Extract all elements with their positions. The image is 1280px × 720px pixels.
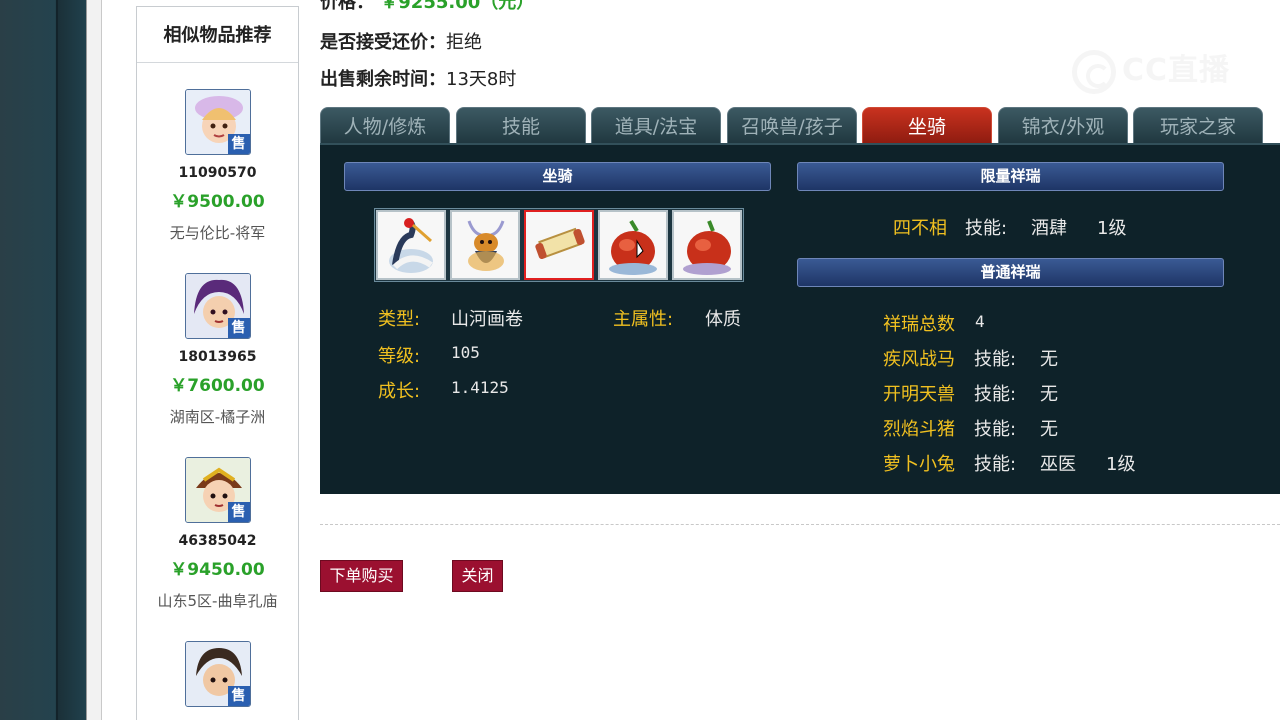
item-price: ￥9500.00 (170, 192, 265, 212)
normal-mount-name: 疾风战马 (883, 349, 955, 370)
similar-item-1[interactable]: 售 11090570 ￥9500.00 无与伦比-将军 (137, 89, 298, 243)
character-avatar-icon[interactable]: 售 (184, 273, 251, 339)
normal-mount-name: 烈焰斗猪 (883, 419, 955, 440)
normal-mount-name: 萝卜小兔 (883, 454, 955, 475)
mount-panel: 坐骑 限量祥瑞 类型: 山河画卷 主属性: 体质 等级: 105 成长: 1.4… (320, 143, 1280, 494)
counteroffer-value: 拒绝 (446, 32, 482, 53)
item-id: 46385042 (178, 533, 257, 549)
tab-outfits[interactable]: 锦衣/外观 (998, 107, 1128, 143)
similar-item-2[interactable]: 售 18013965 ￥7600.00 湖南区-橘子洲 (137, 273, 298, 427)
limited-section-header: 限量祥瑞 (797, 162, 1224, 191)
normal-skill-label: 技能: (974, 454, 1017, 475)
detail-tabs: 人物/修炼 技能 道具/法宝 召唤兽/孩子 坐骑 锦衣/外观 玩家之家 (320, 107, 1280, 143)
normal-skill-value: 巫医 (1040, 454, 1076, 475)
crane-mount-icon[interactable] (376, 210, 446, 280)
tab-character[interactable]: 人物/修炼 (320, 107, 450, 143)
character-avatar-icon[interactable]: 售 (184, 641, 251, 707)
sale-badge: 售 (227, 686, 250, 706)
character-avatar-icon[interactable]: 售 (184, 89, 251, 155)
page-edge (86, 0, 102, 720)
type-value: 山河画卷 (451, 309, 523, 330)
level-value: 105 (451, 343, 480, 362)
sidebar-title: 相似物品推荐 (137, 7, 298, 63)
tab-skills[interactable]: 技能 (456, 107, 586, 143)
mount-list (374, 208, 744, 282)
item-server[interactable]: 无与伦比-将军 (137, 222, 298, 243)
remaining-time-label: 出售剩余时间： (320, 69, 446, 90)
frame-edge (56, 0, 58, 720)
counteroffer-line: 是否接受还价：拒绝 (320, 28, 482, 54)
normal-skill-label: 技能: (974, 349, 1017, 370)
item-price: ￥9450.00 (170, 560, 265, 580)
divider (320, 524, 1280, 525)
normal-skill-label: 技能: (974, 419, 1017, 440)
cc-live-watermark: CC直播 (1072, 46, 1242, 96)
tab-mounts[interactable]: 坐骑 (862, 107, 992, 143)
character-avatar-icon[interactable]: 售 (184, 457, 251, 523)
tab-pets[interactable]: 召唤兽/孩子 (727, 107, 857, 143)
total-label: 祥瑞总数 (883, 314, 955, 335)
price-line: 价格： ￥9255.00（元） (320, 0, 534, 14)
sale-badge: 售 (227, 134, 250, 154)
window-frame (0, 0, 86, 720)
buy-button[interactable]: 下单购买 (320, 560, 403, 592)
sale-badge: 售 (227, 318, 250, 338)
type-label: 类型: (378, 309, 421, 330)
limited-skill-label: 技能: (965, 218, 1008, 239)
tab-items[interactable]: 道具/法宝 (591, 107, 721, 143)
tab-home[interactable]: 玩家之家 (1133, 107, 1263, 143)
watermark-text: CC直播 (1122, 53, 1231, 88)
scroll-mount-icon[interactable] (524, 210, 594, 280)
counteroffer-label: 是否接受还价： (320, 32, 446, 53)
item-id: 11090570 (178, 165, 257, 181)
item-server[interactable]: 山东5区-曲阜孔庙 (137, 590, 298, 611)
normal-skill-value: 无 (1040, 419, 1058, 440)
cc-logo-icon (1072, 49, 1116, 94)
similar-item-3[interactable]: 售 46385042 ￥9450.00 山东5区-曲阜孔庙 (137, 457, 298, 611)
close-button[interactable]: 关闭 (452, 560, 503, 592)
limited-mount-name: 四不相 (893, 218, 947, 239)
main-attr-label: 主属性: (613, 309, 674, 330)
similar-item-4[interactable]: 售 (137, 641, 298, 707)
similar-items-sidebar: 相似物品推荐 售 11090570 ￥9500.00 无与伦比-将军 售 180… (136, 6, 299, 720)
mount-section-header: 坐骑 (344, 162, 771, 191)
normal-mount-name: 开明天兽 (883, 384, 955, 405)
remaining-time-value: 13天8时 (446, 69, 517, 90)
total-value: 4 (975, 312, 985, 331)
item-id: 18013965 (178, 349, 257, 365)
price-value: ￥9255.00（元） (380, 0, 535, 13)
normal-skill-value: 无 (1040, 349, 1058, 370)
boar-mount-icon[interactable] (598, 210, 668, 280)
deer-mount-icon[interactable] (450, 210, 520, 280)
growth-label: 成长: (378, 381, 421, 402)
limited-skill-value: 酒肆 (1031, 218, 1067, 239)
item-server[interactable]: 湖南区-橘子洲 (137, 406, 298, 427)
normal-skill-level: 1级 (1106, 454, 1136, 475)
main-attr-value: 体质 (705, 309, 741, 330)
limited-skill-level: 1级 (1097, 218, 1127, 239)
price-label: 价格： (320, 0, 374, 13)
sale-badge: 售 (227, 502, 250, 522)
level-label: 等级: (378, 346, 421, 367)
remaining-time-line: 出售剩余时间：13天8时 (320, 65, 516, 91)
normal-skill-value: 无 (1040, 384, 1058, 405)
item-price: ￥7600.00 (170, 376, 265, 396)
rabbit-mount-icon[interactable] (672, 210, 742, 280)
normal-skill-label: 技能: (974, 384, 1017, 405)
normal-section-header: 普通祥瑞 (797, 258, 1224, 287)
growth-value: 1.4125 (451, 378, 509, 397)
